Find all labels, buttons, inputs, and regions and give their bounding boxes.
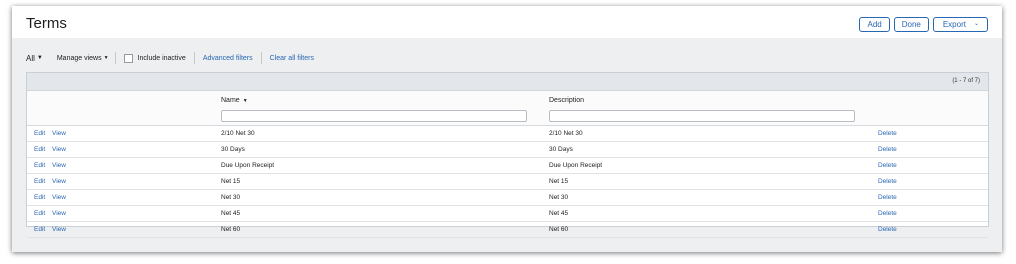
table-toolbar: (1 - 7 of 7): [27, 73, 988, 91]
table-row: Edit View Net 45 Net 45 Delete: [27, 206, 988, 222]
term-description: Net 30: [549, 194, 569, 201]
caret-down-icon: ▼: [36, 55, 43, 61]
delete-link[interactable]: Delete: [878, 226, 897, 233]
done-button[interactable]: Done: [893, 17, 929, 32]
edit-link[interactable]: Edit: [34, 146, 45, 153]
description-filter-input[interactable]: [549, 110, 855, 122]
edit-link[interactable]: Edit: [34, 210, 45, 217]
view-selector[interactable]: All ▼: [26, 54, 43, 63]
view-link[interactable]: View: [52, 162, 66, 169]
table-row: Edit View Net 15 Net 15 Delete: [27, 174, 988, 190]
term-name: 30 Days: [221, 146, 245, 153]
delete-link[interactable]: Delete: [878, 130, 897, 137]
divider: [114, 52, 116, 64]
term-name: 2/10 Net 30: [221, 130, 255, 137]
edit-link[interactable]: Edit: [34, 226, 45, 233]
view-link[interactable]: View: [52, 226, 66, 233]
view-link[interactable]: View: [52, 130, 66, 137]
view-link[interactable]: View: [52, 194, 66, 201]
edit-link[interactable]: Edit: [34, 194, 45, 201]
terms-window: Terms Add Done Export ⌄ All ▼ Manage vie…: [12, 6, 1002, 252]
view-link[interactable]: View: [52, 210, 66, 217]
filter-bar: All ▼ Manage views ▼ Include inactive Ad…: [26, 50, 314, 66]
edit-link[interactable]: Edit: [34, 130, 45, 137]
column-header-description[interactable]: Description: [549, 97, 584, 104]
delete-link[interactable]: Delete: [878, 210, 897, 217]
delete-link[interactable]: Delete: [878, 178, 897, 185]
delete-link[interactable]: Delete: [878, 194, 897, 201]
term-description: Net 45: [549, 210, 569, 217]
table-row: Edit View Due Upon Receipt Due Upon Rece…: [27, 158, 988, 174]
divider: [193, 52, 195, 64]
column-header-name[interactable]: Name ▼: [221, 97, 248, 104]
term-name: Due Upon Receipt: [221, 162, 275, 169]
table-row: Edit View Net 30 Net 30 Delete: [27, 190, 988, 206]
view-link[interactable]: View: [52, 178, 66, 185]
title-bar: Terms Add Done Export ⌄: [12, 6, 1002, 38]
edit-link[interactable]: Edit: [34, 178, 45, 185]
edit-link[interactable]: Edit: [34, 162, 45, 169]
table-row: Edit View Net 60 Net 60 Delete: [27, 222, 988, 238]
term-description: 30 Days: [549, 146, 573, 153]
include-inactive-label: Include inactive: [137, 54, 186, 62]
term-description: Due Upon Receipt: [549, 162, 603, 169]
term-name: Net 60: [221, 226, 241, 233]
table-row: Edit View 2/10 Net 30 2/10 Net 30 Delete: [27, 126, 988, 142]
term-description: 2/10 Net 30: [549, 130, 583, 137]
column-header-name-label: Name: [221, 97, 240, 104]
view-link[interactable]: View: [52, 146, 66, 153]
term-name: Net 30: [221, 194, 241, 201]
term-name: Net 45: [221, 210, 241, 217]
include-inactive-checkbox[interactable]: [123, 53, 133, 63]
advanced-filters-link[interactable]: Advanced filters: [203, 55, 253, 62]
table-row: Edit View 30 Days 30 Days Delete: [27, 142, 988, 158]
term-description: Net 60: [549, 226, 569, 233]
divider: [260, 52, 262, 64]
manage-views-label: Manage views: [56, 54, 102, 62]
delete-link[interactable]: Delete: [878, 146, 897, 153]
caret-down-icon: ▼: [103, 55, 109, 61]
export-button[interactable]: Export ⌄: [932, 17, 988, 32]
export-label: Export: [942, 20, 966, 29]
table-header: Name ▼ Description: [27, 91, 988, 126]
sort-desc-icon: ▼: [242, 98, 248, 104]
terms-table: (1 - 7 of 7) Name ▼ Description Edit View…: [26, 72, 989, 238]
name-filter-input[interactable]: [221, 110, 527, 122]
term-name: Net 15: [221, 178, 241, 185]
clear-all-filters-link[interactable]: Clear all filters: [270, 55, 314, 62]
page-title: Terms: [26, 15, 67, 32]
view-selector-label: All: [26, 53, 35, 63]
record-count: (1 - 7 of 7): [952, 78, 980, 84]
add-button[interactable]: Add: [859, 17, 890, 32]
manage-views-menu[interactable]: Manage views ▼: [57, 55, 109, 62]
delete-link[interactable]: Delete: [878, 162, 897, 169]
chevron-down-icon: ⌄: [973, 21, 979, 27]
header-actions: Add Done Export ⌄: [859, 17, 988, 32]
term-description: Net 15: [549, 178, 569, 185]
